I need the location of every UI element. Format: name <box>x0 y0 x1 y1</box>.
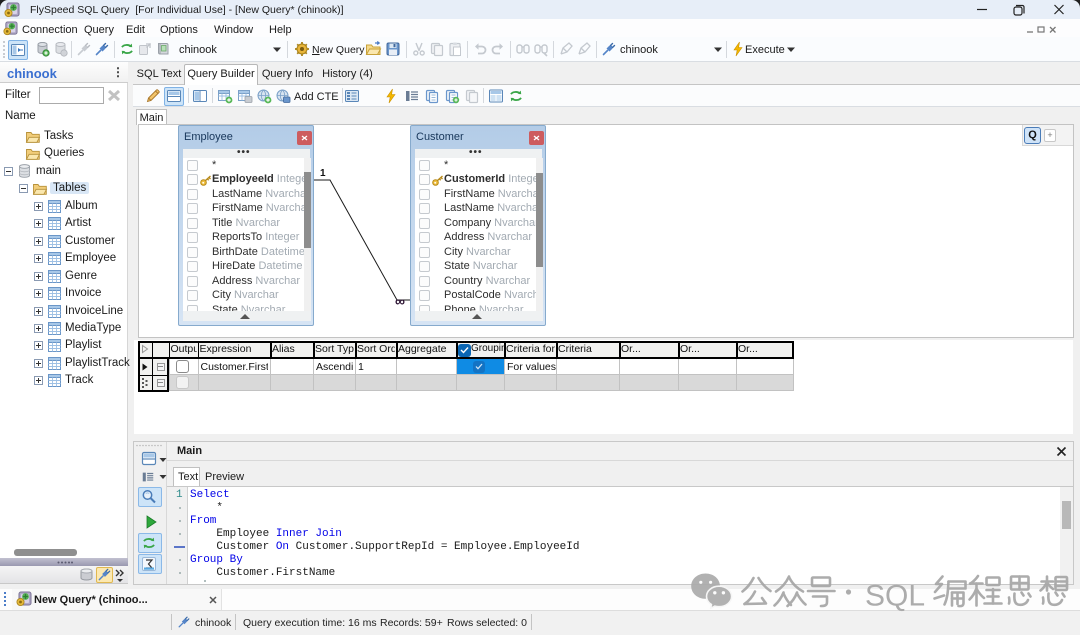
svg-text:SQL: SQL <box>865 580 925 613</box>
